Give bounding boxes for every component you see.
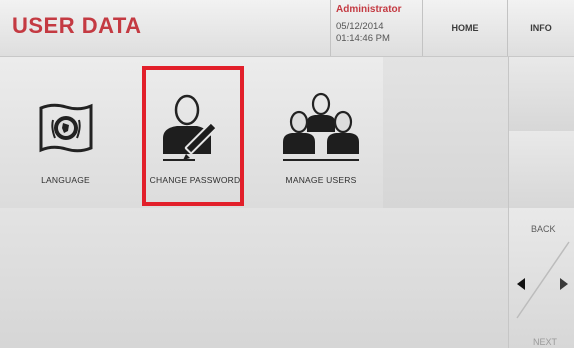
user-role: Administrator <box>336 4 402 15</box>
header-bar: USER DATA Administrator 05/12/2014 01:14… <box>0 0 574 57</box>
language-tile[interactable]: LANGUAGE <box>0 57 132 209</box>
empty-tile <box>0 208 132 348</box>
info-button[interactable]: INFO <box>508 0 574 56</box>
un-flag-icon <box>33 89 99 167</box>
back-label: BACK <box>531 224 556 234</box>
user-group-icon <box>279 89 363 167</box>
manage-users-label: MANAGE USERS <box>285 175 357 185</box>
home-label: HOME <box>451 23 479 33</box>
info-label: INFO <box>530 23 552 33</box>
empty-tile <box>383 208 509 348</box>
header-divider <box>330 0 331 56</box>
date-text: 05/12/2014 <box>336 21 384 32</box>
change-password-tile[interactable]: CHANGE PASSWORD <box>131 57 260 209</box>
language-label: LANGUAGE <box>41 175 90 185</box>
home-button[interactable]: HOME <box>423 0 507 56</box>
time-text: 01:14:46 PM <box>336 33 390 44</box>
next-label: NEXT <box>533 337 558 347</box>
page-title: USER DATA <box>12 13 142 38</box>
empty-tile <box>383 57 509 209</box>
side-panel-cell <box>508 131 574 209</box>
triangle-right-icon <box>560 278 568 290</box>
manage-users-tile[interactable]: MANAGE USERS <box>259 57 384 209</box>
next-arrow-button[interactable] <box>555 274 573 294</box>
touchscreen: USER DATA Administrator 05/12/2014 01:14… <box>0 0 574 348</box>
empty-tile <box>259 208 384 348</box>
side-panel-cell <box>508 57 574 132</box>
back-arrow-button[interactable] <box>512 274 530 294</box>
empty-tile <box>131 208 260 348</box>
change-password-label: CHANGE PASSWORD <box>149 175 241 185</box>
user-pencil-icon <box>155 89 235 167</box>
user-info: Administrator 05/12/2014 01:14:46 PM <box>336 4 422 45</box>
triangle-left-icon <box>517 278 525 290</box>
